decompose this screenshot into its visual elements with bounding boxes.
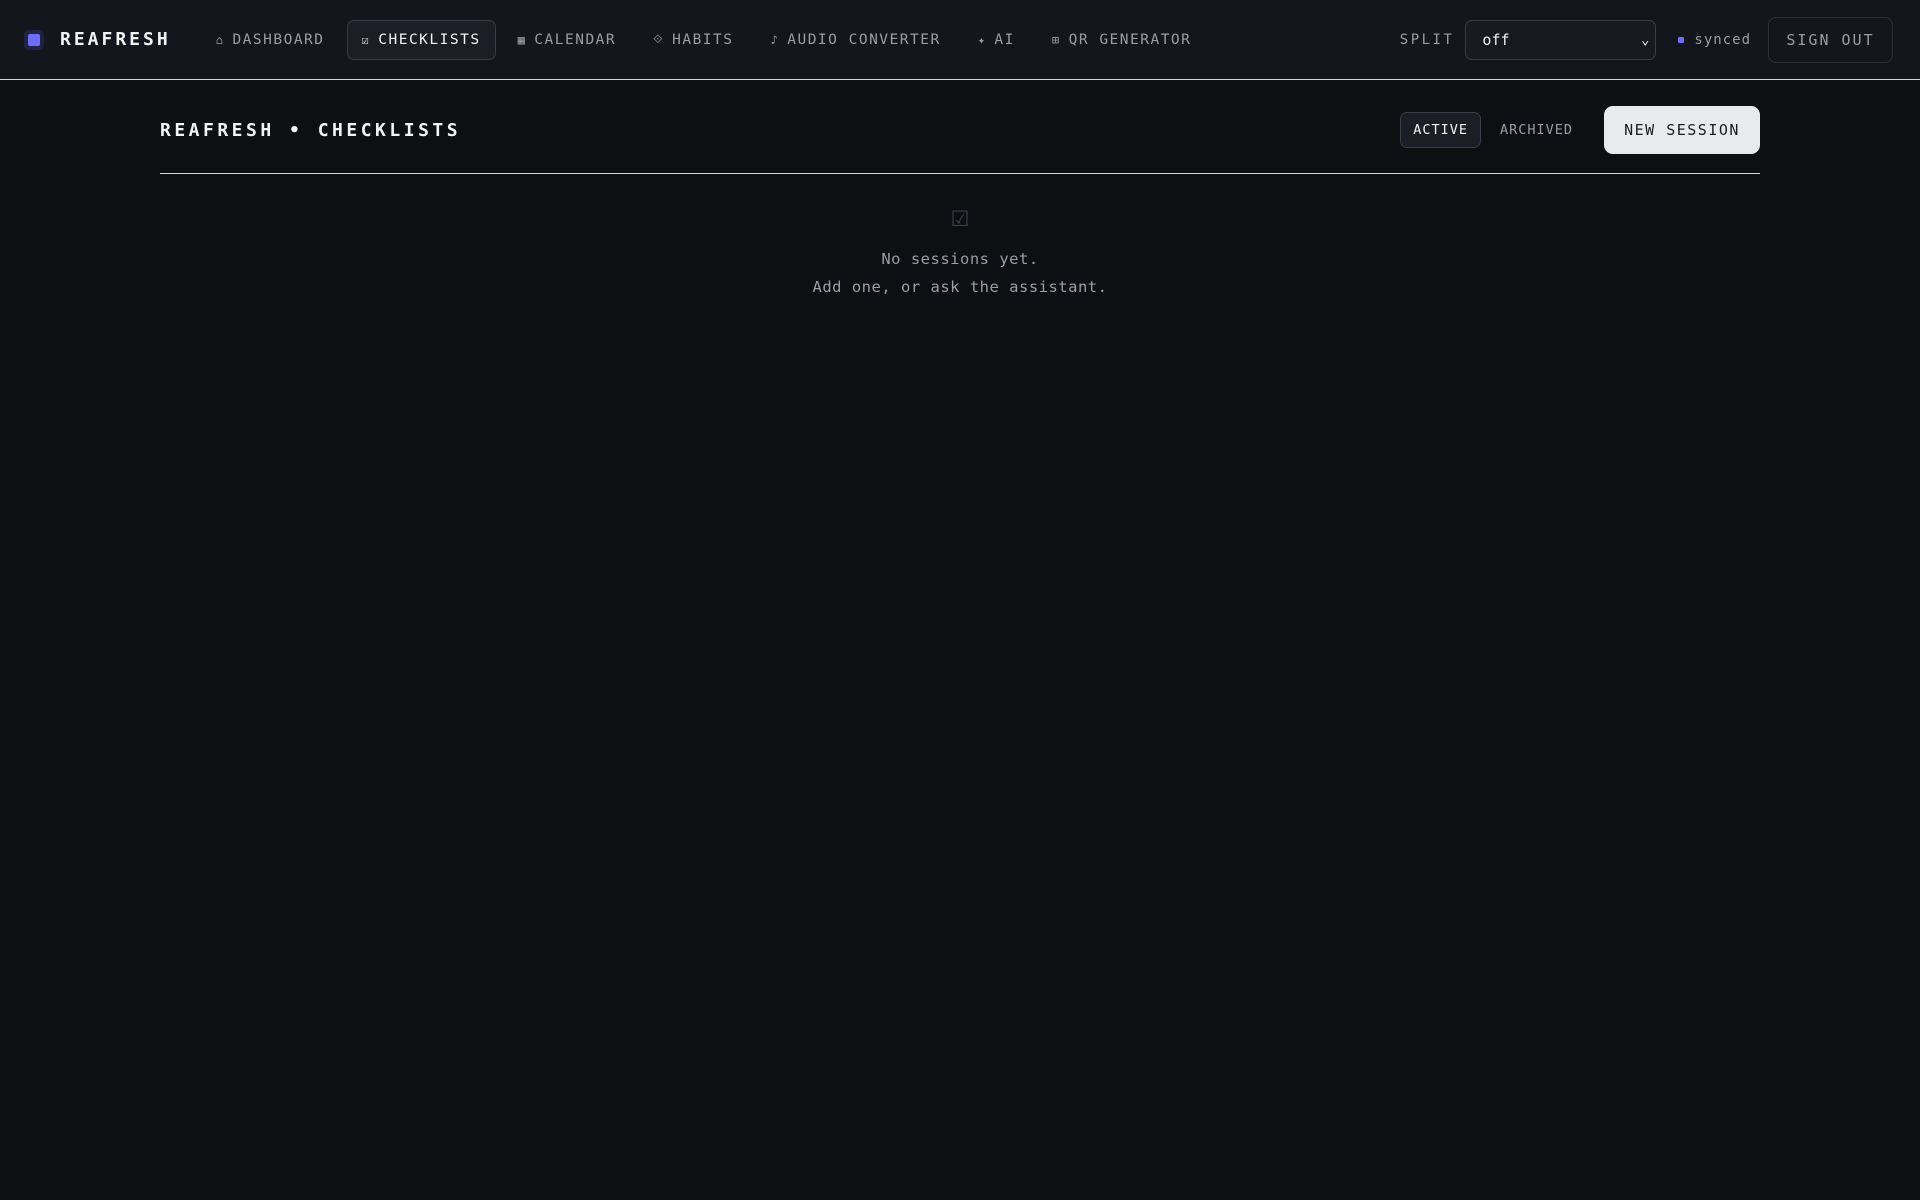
page-header-actions: ACTIVE ARCHIVED NEW SESSION <box>1400 106 1760 154</box>
split-select[interactable]: off ⌄ <box>1465 19 1657 60</box>
split-label: SPLIT <box>1399 31 1455 48</box>
sync-dot-icon <box>1678 36 1685 43</box>
chevron-down-icon: ⌄ <box>1640 31 1650 48</box>
split-select-value: off <box>1482 30 1510 49</box>
main-nav: ⌂ DASHBOARD ☑ CHECKLISTS ▦ CALENDAR ⟐ HA… <box>201 19 1214 60</box>
sync-status-text: synced <box>1694 31 1751 48</box>
nav-item-habits[interactable]: ⟐ HABITS <box>638 20 748 60</box>
brand-name: REAFRESH <box>60 29 171 50</box>
nav-item-label: AI <box>994 31 1015 48</box>
top-navigation-bar: REAFRESH ⌂ DASHBOARD ☑ CHECKLISTS ▦ CALE… <box>0 0 1920 80</box>
empty-state: ☑ No sessions yet. Add one, or ask the a… <box>160 199 1760 297</box>
nav-item-audio-converter[interactable]: ♪ AUDIO CONVERTER <box>756 20 956 60</box>
page-header: REAFRESH • CHECKLISTS ACTIVE ARCHIVED NE… <box>160 98 1760 174</box>
music-note-icon: ♪ <box>770 32 780 47</box>
nav-item-label: CHECKLISTS <box>378 31 481 48</box>
calendar-icon: ▦ <box>517 32 527 47</box>
filter-active-tab[interactable]: ACTIVE <box>1400 112 1481 148</box>
nav-item-calendar[interactable]: ▦ CALENDAR <box>503 20 632 60</box>
nav-item-label: AUDIO CONVERTER <box>787 31 941 48</box>
brand-logo-icon <box>24 29 44 50</box>
nav-item-checklists[interactable]: ☑ CHECKLISTS <box>346 19 496 60</box>
nav-item-dashboard[interactable]: ⌂ DASHBOARD <box>201 20 340 60</box>
qr-icon: ⊞ <box>1051 32 1061 47</box>
empty-state-message: No sessions yet. <box>881 250 1039 268</box>
nav-item-label: CALENDAR <box>534 31 617 48</box>
page-title: REAFRESH • CHECKLISTS <box>160 120 462 141</box>
top-bar-right: SPLIT off ⌄ synced SIGN OUT <box>1399 16 1893 63</box>
new-session-button[interactable]: NEW SESSION <box>1604 106 1760 154</box>
nav-item-label: DASHBOARD <box>232 31 325 48</box>
nav-item-qr-generator[interactable]: ⊞ QR GENERATOR <box>1037 20 1207 60</box>
nav-item-ai[interactable]: ✦ AI <box>963 20 1030 60</box>
checkbox-icon: ☑ <box>361 32 371 47</box>
nav-item-label: HABITS <box>672 31 734 48</box>
sign-out-button[interactable]: SIGN OUT <box>1768 16 1893 63</box>
sparkle-icon: ✦ <box>977 32 987 47</box>
sync-status: synced <box>1678 32 1751 48</box>
habits-icon: ⟐ <box>653 32 665 46</box>
brand[interactable]: REAFRESH <box>24 29 171 50</box>
checkbox-icon: ☑ <box>950 199 970 234</box>
empty-state-hint: Add one, or ask the assistant. <box>812 278 1108 296</box>
nav-item-label: QR GENERATOR <box>1068 31 1192 48</box>
home-icon: ⌂ <box>215 32 225 47</box>
filter-archived-tab[interactable]: ARCHIVED <box>1487 112 1586 148</box>
